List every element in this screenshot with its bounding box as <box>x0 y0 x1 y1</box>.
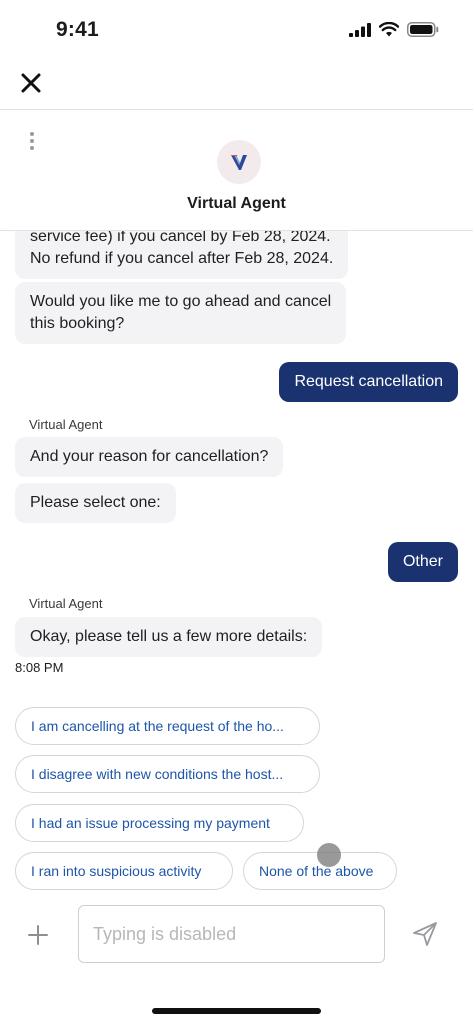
agent-logo-icon <box>231 155 247 170</box>
agent-name: Virtual Agent <box>187 195 286 212</box>
send-icon[interactable] <box>411 920 439 948</box>
agent-avatar <box>217 140 261 184</box>
message-timestamp: 8:08 PM <box>15 660 64 675</box>
agent-message-line: Would you like me to go ahead and cancel <box>30 293 332 310</box>
message-input[interactable] <box>78 905 385 963</box>
quick-reply-host-request[interactable]: I am cancelling at the request of the ho… <box>15 707 320 745</box>
status-bar: 9:41 <box>0 0 473 60</box>
quick-reply-disagree-conditions[interactable]: I disagree with new conditions the host.… <box>15 755 320 793</box>
chat-transcript: service fee) if you cancel by Feb 28, 20… <box>0 231 473 899</box>
add-attachment-icon[interactable] <box>27 924 49 946</box>
user-message: Request cancellation <box>279 362 458 402</box>
sender-label: Virtual Agent <box>29 417 103 432</box>
quick-reply-suspicious-activity[interactable]: I ran into suspicious activity <box>15 852 233 890</box>
agent-message: Okay, please tell us a few more details: <box>15 617 323 657</box>
agent-message-line: this booking? <box>30 315 125 332</box>
agent-message-line: No refund if you cancel after Feb 28, 20… <box>30 250 334 267</box>
quick-reply-payment-issue[interactable]: I had an issue processing my payment <box>15 804 304 842</box>
status-icons <box>349 22 439 37</box>
more-options-icon[interactable] <box>26 131 38 155</box>
agent-message: And your reason for cancellation? <box>15 437 284 477</box>
user-message: Other <box>387 542 458 582</box>
agent-message-line: service fee) if you cancel by Feb 28, 20… <box>30 231 331 245</box>
top-bar <box>0 60 473 110</box>
composer <box>0 900 473 980</box>
agent-message: Would you like me to go ahead and cancel… <box>15 282 347 344</box>
battery-icon <box>407 22 439 37</box>
agent-message: Please select one: <box>15 483 176 523</box>
home-indicator <box>152 1008 321 1014</box>
close-icon[interactable] <box>18 70 44 96</box>
sender-label: Virtual Agent <box>29 596 103 611</box>
status-time: 9:41 <box>56 18 99 41</box>
agent-message: service fee) if you cancel by Feb 28, 20… <box>15 231 349 279</box>
signal-icon <box>349 22 371 37</box>
agent-header: Virtual Agent <box>0 111 473 231</box>
touch-indicator <box>317 843 341 867</box>
wifi-icon <box>379 22 399 37</box>
